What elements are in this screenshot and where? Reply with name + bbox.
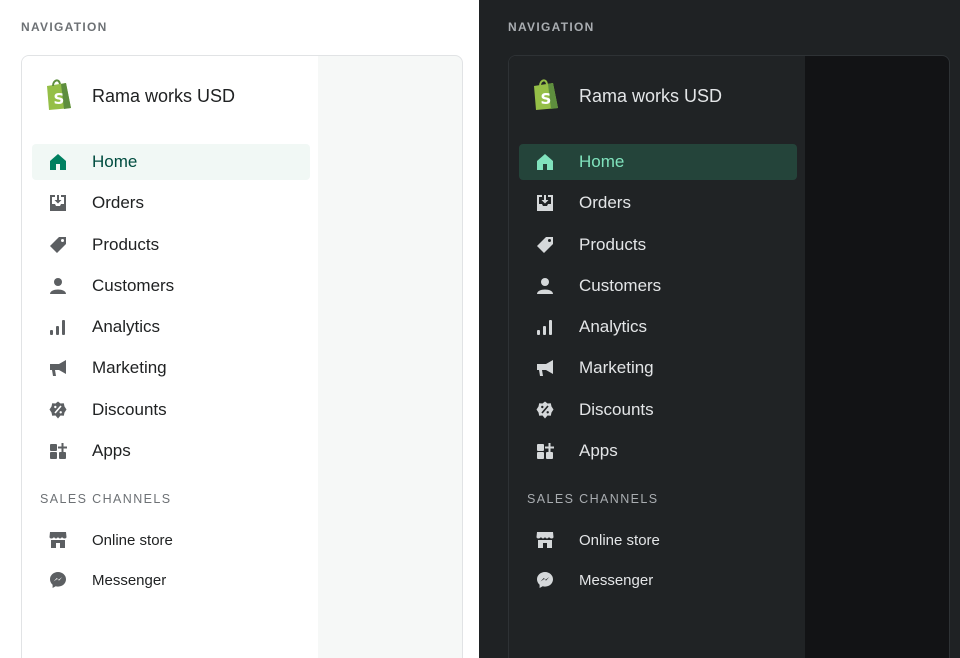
nav-item-discounts[interactable]: Discounts xyxy=(32,392,310,428)
nav-item-label: Messenger xyxy=(579,571,654,589)
nav-item-label: Home xyxy=(92,152,138,171)
nav-item-label: Marketing xyxy=(579,358,654,378)
storefront-icon xyxy=(534,529,556,551)
nav-item-label: Discounts xyxy=(92,399,167,419)
tag-icon xyxy=(534,234,556,256)
shopify-logo-icon: S xyxy=(44,77,74,116)
nav-item-home[interactable]: Home xyxy=(32,144,310,180)
nav-item-analytics[interactable]: Analytics xyxy=(32,309,310,345)
nav-item-discounts[interactable]: Discounts xyxy=(519,392,797,428)
nav-item-label: Apps xyxy=(579,441,618,461)
discount-badge-icon xyxy=(534,399,556,421)
apps-grid-icon xyxy=(534,440,556,462)
nav-item-label: Products xyxy=(579,234,647,254)
storefront-icon xyxy=(47,529,69,551)
dark-sidebar: S Rama works USD Home Orders Products Cu… xyxy=(509,56,805,658)
messenger-icon xyxy=(534,569,556,591)
nav-item-customers[interactable]: Customers xyxy=(519,268,797,304)
orders-inbox-icon xyxy=(47,192,69,214)
nav-item-customers[interactable]: Customers xyxy=(32,268,310,304)
nav-item-label: Online store xyxy=(579,531,660,549)
light-theme-panel: NAVIGATION S Rama works USD Home Orders … xyxy=(0,0,479,658)
svg-text:S: S xyxy=(54,90,65,108)
shopify-logo-icon: S xyxy=(531,77,561,116)
nav-item-online-store[interactable]: Online store xyxy=(519,522,797,558)
nav-item-label: Discounts xyxy=(579,399,654,419)
svg-text:S: S xyxy=(541,90,552,108)
nav-item-label: Orders xyxy=(579,193,631,213)
nav-item-label: Online store xyxy=(92,531,173,549)
sales-channels-heading: SALES CHANNELS xyxy=(527,492,659,506)
nav-item-orders[interactable]: Orders xyxy=(519,185,797,221)
nav-item-apps[interactable]: Apps xyxy=(32,433,310,469)
nav-item-label: Analytics xyxy=(579,317,648,337)
nav-item-label: Home xyxy=(579,152,625,171)
dark-nav-frame: S Rama works USD Home Orders Products Cu… xyxy=(508,55,950,658)
person-icon xyxy=(47,275,69,297)
nav-item-label: Analytics xyxy=(92,317,161,337)
nav-item-products[interactable]: Products xyxy=(32,227,310,263)
sales-channels-list: Online store Messenger xyxy=(519,522,797,602)
dark-theme-panel: NAVIGATION S Rama works USD Home Orders … xyxy=(479,0,960,658)
nav-item-products[interactable]: Products xyxy=(519,227,797,263)
apps-grid-icon xyxy=(47,440,69,462)
nav-item-apps[interactable]: Apps xyxy=(519,433,797,469)
light-nav-frame: S Rama works USD Home Orders Products Cu… xyxy=(21,55,463,658)
store-name: Rama works USD xyxy=(92,85,236,106)
nav-item-label: Customers xyxy=(92,275,175,295)
store-switcher[interactable]: S Rama works USD xyxy=(531,77,723,116)
nav-item-label: Products xyxy=(92,234,160,254)
nav-item-label: Customers xyxy=(579,275,662,295)
nav-item-marketing[interactable]: Marketing xyxy=(32,350,310,386)
nav-item-orders[interactable]: Orders xyxy=(32,185,310,221)
tag-icon xyxy=(47,234,69,256)
main-nav-list: Home Orders Products Customers Analytics xyxy=(32,144,310,474)
nav-item-label: Apps xyxy=(92,441,131,461)
person-icon xyxy=(534,275,556,297)
main-nav-list: Home Orders Products Customers Analytics xyxy=(519,144,797,474)
bar-chart-icon xyxy=(534,316,556,338)
home-icon xyxy=(534,151,556,173)
store-name: Rama works USD xyxy=(579,85,723,106)
discount-badge-icon xyxy=(47,399,69,421)
sales-channels-heading: SALES CHANNELS xyxy=(40,492,172,506)
store-switcher[interactable]: S Rama works USD xyxy=(44,77,236,116)
nav-item-messenger[interactable]: Messenger xyxy=(519,562,797,598)
megaphone-icon xyxy=(47,357,69,379)
nav-item-home[interactable]: Home xyxy=(519,144,797,180)
nav-item-marketing[interactable]: Marketing xyxy=(519,350,797,386)
sales-channels-list: Online store Messenger xyxy=(32,522,310,602)
nav-item-messenger[interactable]: Messenger xyxy=(32,562,310,598)
navigation-heading: NAVIGATION xyxy=(21,20,108,34)
megaphone-icon xyxy=(534,357,556,379)
messenger-icon xyxy=(47,569,69,591)
orders-inbox-icon xyxy=(534,192,556,214)
nav-item-label: Orders xyxy=(92,193,144,213)
navigation-heading: NAVIGATION xyxy=(508,20,595,34)
light-sidebar: S Rama works USD Home Orders Products Cu… xyxy=(22,56,318,658)
nav-item-online-store[interactable]: Online store xyxy=(32,522,310,558)
home-icon xyxy=(47,151,69,173)
nav-item-label: Marketing xyxy=(92,358,167,378)
nav-item-analytics[interactable]: Analytics xyxy=(519,309,797,345)
nav-item-label: Messenger xyxy=(92,571,167,589)
bar-chart-icon xyxy=(47,316,69,338)
